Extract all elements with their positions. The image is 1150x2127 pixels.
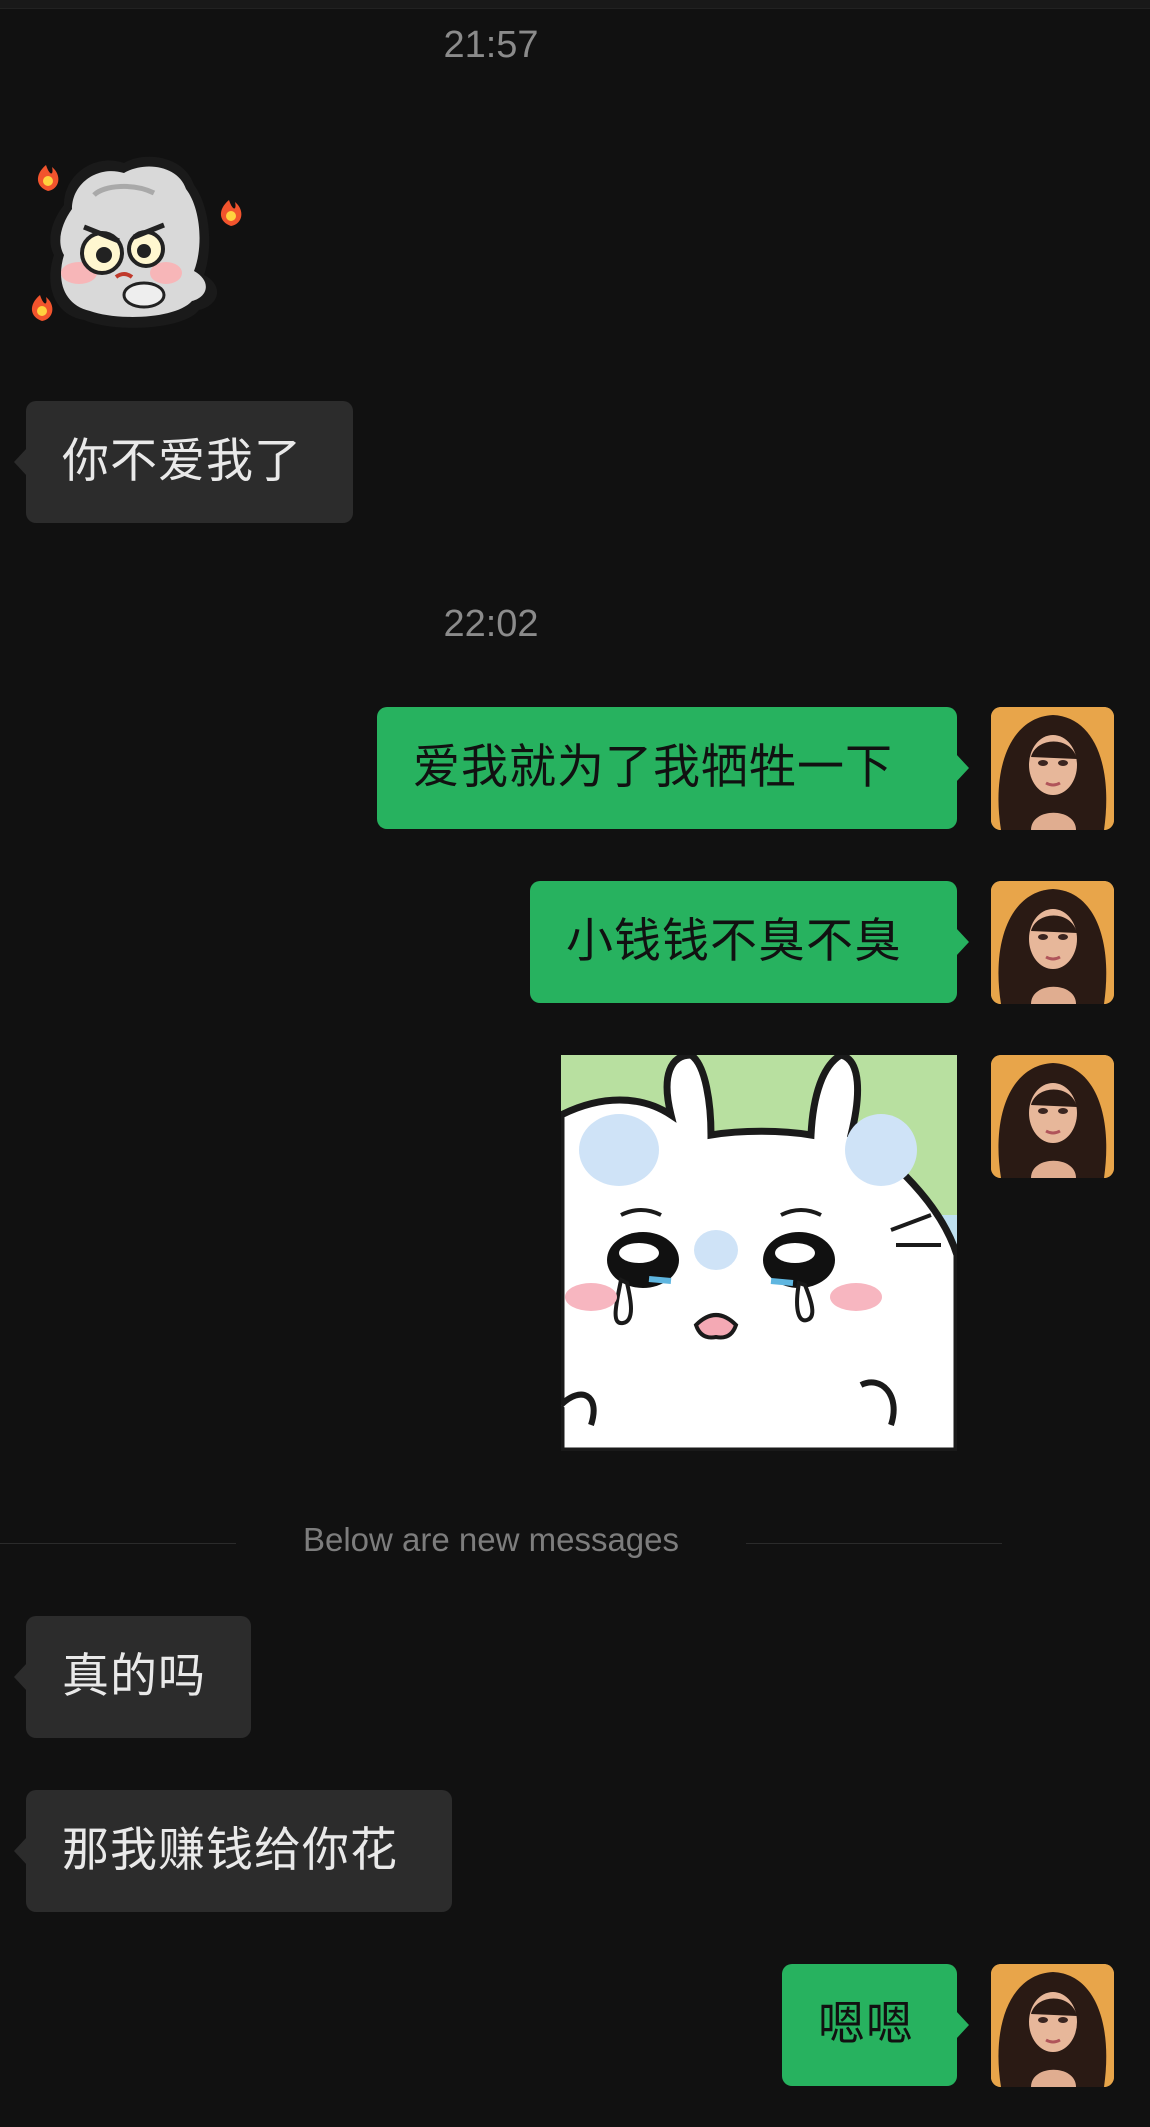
timestamp-2: 22:02 xyxy=(443,603,539,645)
user-avatar[interactable] xyxy=(991,1964,1114,2087)
angry-bunny-image xyxy=(31,156,242,328)
message-text: 嗯嗯 xyxy=(818,1997,914,2052)
divider-line-left xyxy=(0,1543,236,1544)
incoming-message-bubble[interactable]: 那我赚钱给你花 xyxy=(14,1790,452,1912)
message-text: 你不爱我了 xyxy=(62,434,302,489)
new-messages-divider: Below are new messages xyxy=(302,1521,680,1558)
avatar-photo xyxy=(991,881,1114,1004)
avatar-photo xyxy=(991,1055,1114,1178)
avatar-photo xyxy=(991,1964,1114,2087)
outgoing-message-bubble[interactable]: 嗯嗯 xyxy=(782,1964,969,2086)
timestamp-1: 21:57 xyxy=(443,24,539,66)
user-avatar[interactable] xyxy=(991,881,1114,1004)
crying-bunny-image xyxy=(561,1055,957,1451)
flame-icon xyxy=(31,295,53,321)
incoming-message-bubble[interactable]: 真的吗 xyxy=(14,1616,251,1738)
incoming-message-bubble[interactable]: 你不爱我了 xyxy=(14,401,353,523)
crying-bunny-sticker[interactable] xyxy=(561,1055,957,1451)
divider-line-right xyxy=(746,1543,1002,1544)
angry-bunny-sticker[interactable] xyxy=(24,145,254,335)
message-text: 爱我就为了我牺牲一下 xyxy=(413,740,893,795)
outgoing-message-bubble[interactable]: 爱我就为了我牺牲一下 xyxy=(377,707,969,829)
message-text: 那我赚钱给你花 xyxy=(62,1823,398,1878)
top-edge xyxy=(0,0,1150,9)
message-text: 小钱钱不臭不臭 xyxy=(566,914,902,969)
message-text: 真的吗 xyxy=(62,1649,206,1704)
user-avatar[interactable] xyxy=(991,707,1114,830)
avatar-photo xyxy=(991,707,1114,830)
flame-icon xyxy=(220,200,242,226)
outgoing-message-bubble[interactable]: 小钱钱不臭不臭 xyxy=(530,881,969,1003)
flame-icon xyxy=(37,165,59,191)
user-avatar[interactable] xyxy=(991,1055,1114,1178)
